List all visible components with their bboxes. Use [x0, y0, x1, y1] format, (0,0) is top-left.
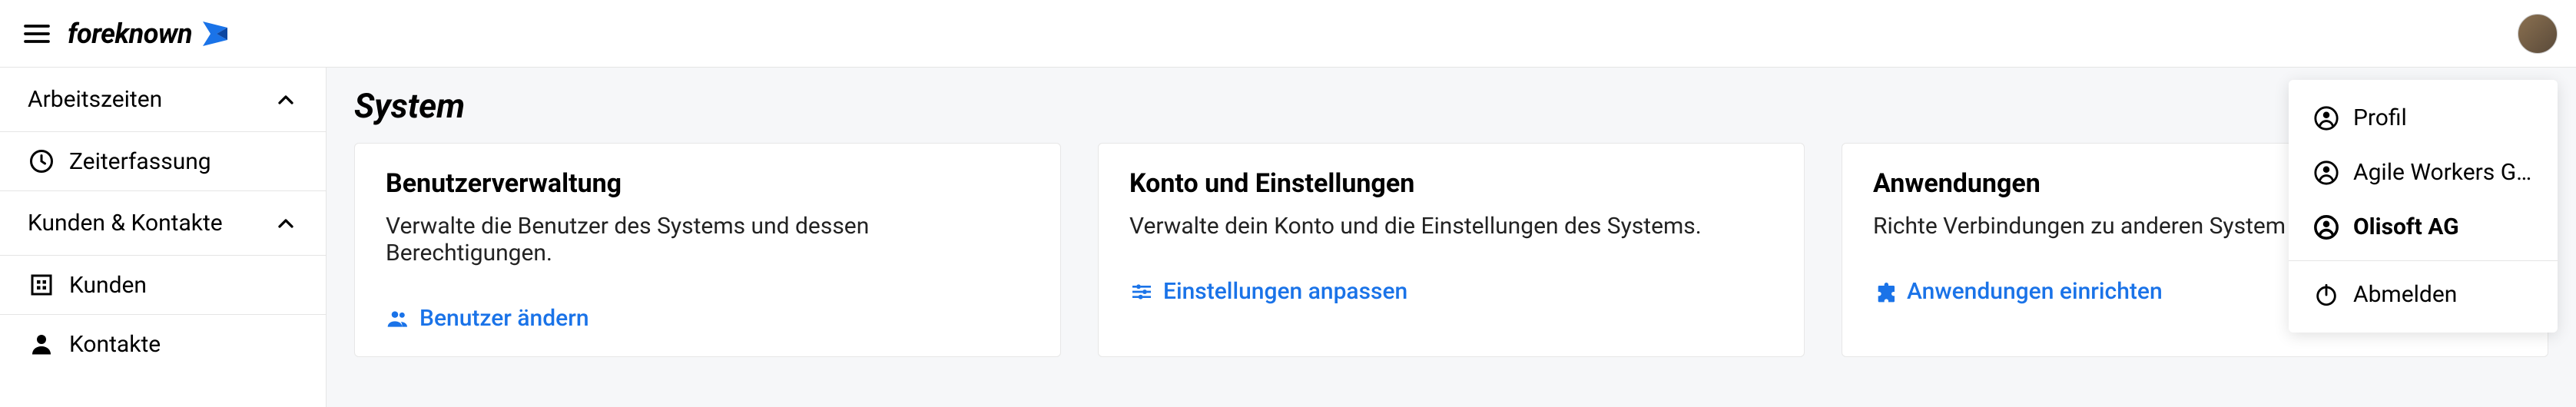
sidebar-item-kontakte[interactable]: Kontakte	[0, 314, 326, 373]
card-link-label: Einstellungen anpassen	[1163, 278, 1407, 305]
hamburger-icon	[22, 18, 52, 49]
sidebar-item-kunden[interactable]: Kunden	[0, 255, 326, 314]
account-icon	[2313, 160, 2339, 186]
cards-row: Benutzerverwaltung Verwalte die Benutzer…	[354, 143, 2548, 357]
avatar[interactable]	[2518, 14, 2558, 54]
card-title: Benutzerverwaltung	[386, 168, 1029, 199]
card-link-label: Benutzer ändern	[419, 305, 589, 332]
page-title: System	[354, 86, 2548, 126]
main-content: System Benutzerverwaltung Verwalte die B…	[327, 68, 2576, 407]
sidebar-item-label: Zeiterfassung	[69, 148, 211, 175]
sidebar-item-label: Kunden	[69, 272, 147, 299]
sidebar-group-arbeitszeiten[interactable]: Arbeitszeiten	[0, 68, 326, 131]
building-icon	[28, 271, 55, 299]
menu-item-profil[interactable]: Profil	[2289, 91, 2558, 145]
tune-icon	[1129, 280, 1154, 304]
card-benutzerverwaltung: Benutzerverwaltung Verwalte die Benutzer…	[354, 143, 1061, 357]
card-body: Verwalte die Benutzer des Systems und de…	[386, 213, 1029, 266]
clock-icon	[28, 147, 55, 175]
sidebar-item-label: Kontakte	[69, 331, 161, 358]
card-link-label: Anwendungen einrichten	[1907, 278, 2163, 305]
topbar: foreknown	[0, 0, 2576, 68]
card-link-einstellungen-anpassen[interactable]: Einstellungen anpassen	[1129, 278, 1773, 305]
sidebar-group-kunden-kontakte[interactable]: Kunden & Kontakte	[0, 190, 326, 255]
menu-item-olisoft[interactable]: Olisoft AG	[2289, 200, 2558, 254]
card-title: Konto und Einstellungen	[1129, 168, 1773, 199]
sidebar-group-label: Arbeitszeiten	[28, 86, 162, 113]
person-icon	[28, 330, 55, 358]
chevron-up-icon	[274, 88, 298, 112]
chevron-up-icon	[274, 211, 298, 236]
menu-item-label: Agile Workers Gm...	[2353, 159, 2533, 186]
brand-text: foreknown	[68, 18, 192, 50]
card-konto-einstellungen: Konto und Einstellungen Verwalte dein Ko…	[1098, 143, 1805, 357]
menu-button[interactable]	[18, 15, 55, 52]
people-icon	[386, 306, 410, 331]
menu-item-label: Profil	[2353, 104, 2407, 131]
brand[interactable]: foreknown	[68, 17, 232, 51]
menu-item-label: Olisoft AG	[2353, 213, 2459, 240]
user-menu: Profil Agile Workers Gm... Olisoft AG Ab…	[2289, 80, 2558, 333]
account-icon	[2313, 214, 2339, 240]
card-link-benutzer-aendern[interactable]: Benutzer ändern	[386, 305, 1029, 332]
menu-item-agile-workers[interactable]: Agile Workers Gm...	[2289, 145, 2558, 200]
sidebar-item-zeiterfassung[interactable]: Zeiterfassung	[0, 131, 326, 190]
sidebar-group-label: Kunden & Kontakte	[28, 210, 223, 237]
card-body: Verwalte dein Konto und die Einstellunge…	[1129, 213, 1773, 240]
menu-item-abmelden[interactable]: Abmelden	[2289, 260, 2558, 322]
sidebar: Arbeitszeiten Zeiterfassung Kunden & Kon…	[0, 68, 327, 407]
puzzle-icon	[1873, 280, 1898, 304]
power-icon	[2313, 282, 2339, 308]
brand-logo-icon	[198, 17, 232, 51]
account-icon	[2313, 105, 2339, 131]
menu-item-label: Abmelden	[2353, 281, 2457, 308]
